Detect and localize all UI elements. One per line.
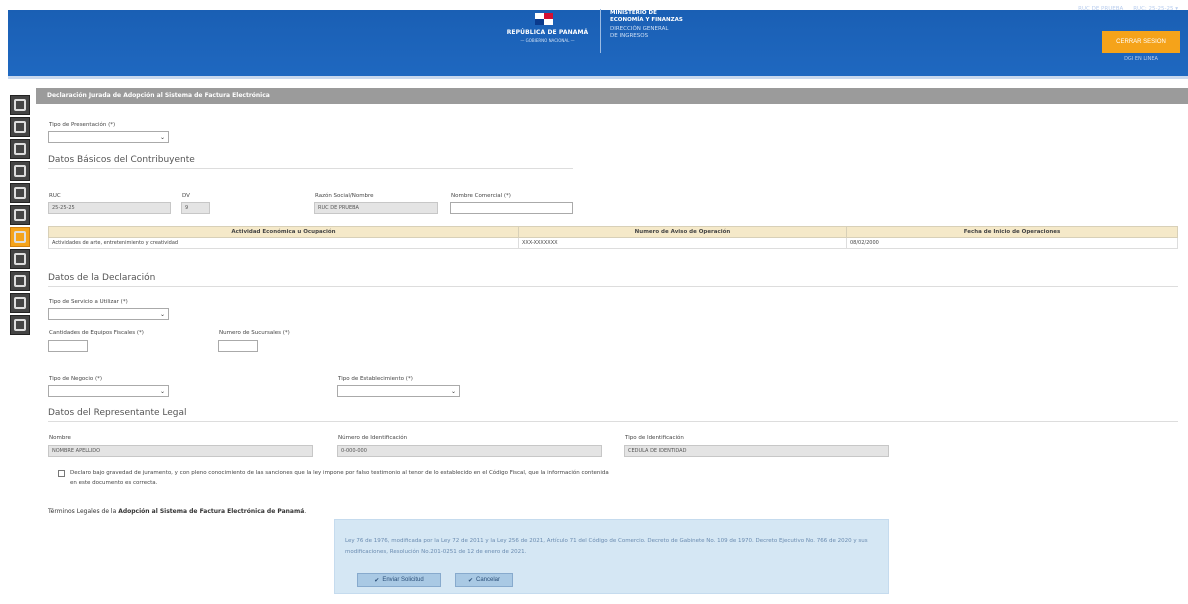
equipos-input[interactable] [48,340,88,352]
logout-button[interactable]: CERRAR SESION [1102,31,1180,53]
legal-box: Ley 76 de 1976, modificada por la Ley 72… [334,519,889,594]
section-divider [48,286,1178,287]
sidebar-report-icon[interactable] [10,271,30,291]
user-info[interactable]: RUC DE PRUEBA RUC: 25-25-25 ▾ [1078,6,1178,12]
check-icon: ✔ [467,577,473,584]
equipos-label: Cantidades de Equipos Fiscales (*) [49,330,144,336]
establecimiento-select[interactable]: ⌄ [337,385,460,397]
numero-label: Número de Identificación [338,435,408,441]
ruc-field: 25-25-25 [48,202,171,214]
cell-fecha: 08/02/2000 [846,237,1178,249]
tipo-id-field: CEDULA DE IDENTIDAD [624,445,889,457]
chevron-down-icon: ⌄ [159,134,165,141]
presentacion-label: Tipo de Presentación (*) [49,122,116,128]
col-aviso: Numero de Aviso de Operación [518,226,847,238]
servicio-label: Tipo de Servicio a Utilizar (*) [49,299,128,305]
declaracion-title: Datos de la Declaración [48,273,156,283]
declaro-checkbox[interactable] [58,470,65,477]
numero-field: 0-000-000 [337,445,602,457]
logo-divider [600,9,601,53]
basicos-title: Datos Básicos del Contribuyente [48,155,195,165]
representante-title: Datos del Representante Legal [48,408,187,418]
declaro-text: Declaro bajo gravedad de juramento, y co… [70,470,609,486]
servicio-select[interactable]: ⌄ [48,308,169,320]
sidebar-certificate-icon[interactable] [10,293,30,313]
sidebar-help-icon[interactable] [10,315,30,335]
sidebar-user-icon[interactable] [10,183,30,203]
panama-flag-icon [535,13,553,25]
establecimiento-label: Tipo de Establecimiento (*) [338,376,413,382]
activity-table: Actividad Económica u Ocupación Numero d… [48,226,1178,249]
legal-text: Ley 76 de 1976, modificada por la Ley 72… [345,538,868,555]
col-fecha: Fecha de Inicio de Operaciones [846,226,1178,238]
presentacion-select[interactable]: ⌄ [48,131,169,143]
chevron-down-icon: ⌄ [159,388,165,395]
cancel-button[interactable]: ✔ Cancelar [455,573,513,587]
dgi-title: DIRECCIÓN GENERAL DE INGRESOS [610,26,669,39]
terminos-heading: Términos Legales de la Adopción al Siste… [48,508,307,515]
sidebar-search-icon[interactable] [10,249,30,269]
user-ruc-dropdown[interactable]: RUC: 25-25-25 ▾ [1133,6,1178,12]
tipo-id-label: Tipo de Identificación [625,435,684,441]
comercial-label: Nombre Comercial (*) [451,193,511,199]
negocio-select[interactable]: ⌄ [48,385,169,397]
table-header-row: Actividad Económica u Ocupación Numero d… [48,226,1178,238]
left-sidebar [10,95,30,337]
user-name: RUC DE PRUEBA [1078,6,1124,12]
chevron-down-icon: ⌄ [159,311,165,318]
dv-label: DV [182,193,190,199]
cell-actividad: Actividades de arte, entretenimiento y c… [48,237,519,249]
section-divider [48,168,573,169]
sidebar-document-icon[interactable] [10,205,30,225]
sidebar-people-icon[interactable] [10,117,30,137]
republic-sub: — GOBIERNO NACIONAL — [520,38,575,43]
sidebar-form-icon[interactable] [10,95,30,115]
check-icon: ✔ [374,577,380,584]
nombre-field: NOMBRE APELLIDO [48,445,313,457]
cell-aviso: XXX-XXXXXXX [518,237,847,249]
sidebar-building-icon[interactable] [10,139,30,159]
comercial-input[interactable] [450,202,573,214]
razon-label: Razón Social/Nombre [315,193,374,199]
section-divider [48,421,1178,422]
panel-title: Declaración Jurada de Adopción al Sistem… [36,88,1188,104]
sidebar-invoice-icon[interactable] [10,227,30,247]
ruc-label: RUC [49,193,61,199]
chevron-down-icon: ⌄ [450,388,456,395]
razon-field: RUC DE PRUEBA [314,202,438,214]
sidebar-chart-icon[interactable] [10,161,30,181]
sucursales-input[interactable] [218,340,258,352]
table-row: Actividades de arte, entretenimiento y c… [48,237,1178,249]
government-logo: REPÚBLICA DE PANAMÁ — GOBIERNO NACIONAL … [497,9,707,59]
dv-field: 9 [181,202,210,214]
negocio-label: Tipo de Negocio (*) [49,376,103,382]
ministry-title: MINISTERIO DE ECONOMÍA Y FINANZAS [610,10,683,23]
col-actividad: Actividad Económica u Ocupación [48,226,519,238]
republic-name: REPÚBLICA DE PANAMÁ [506,29,589,36]
submit-button[interactable]: ✔ Enviar Solicitud [357,573,441,587]
dgi-online-link[interactable]: DGI EN LINEA [1102,56,1180,62]
sucursales-label: Numero de Sucursales (*) [219,330,290,336]
header-divider [8,76,1188,79]
nombre-label: Nombre [49,435,71,441]
